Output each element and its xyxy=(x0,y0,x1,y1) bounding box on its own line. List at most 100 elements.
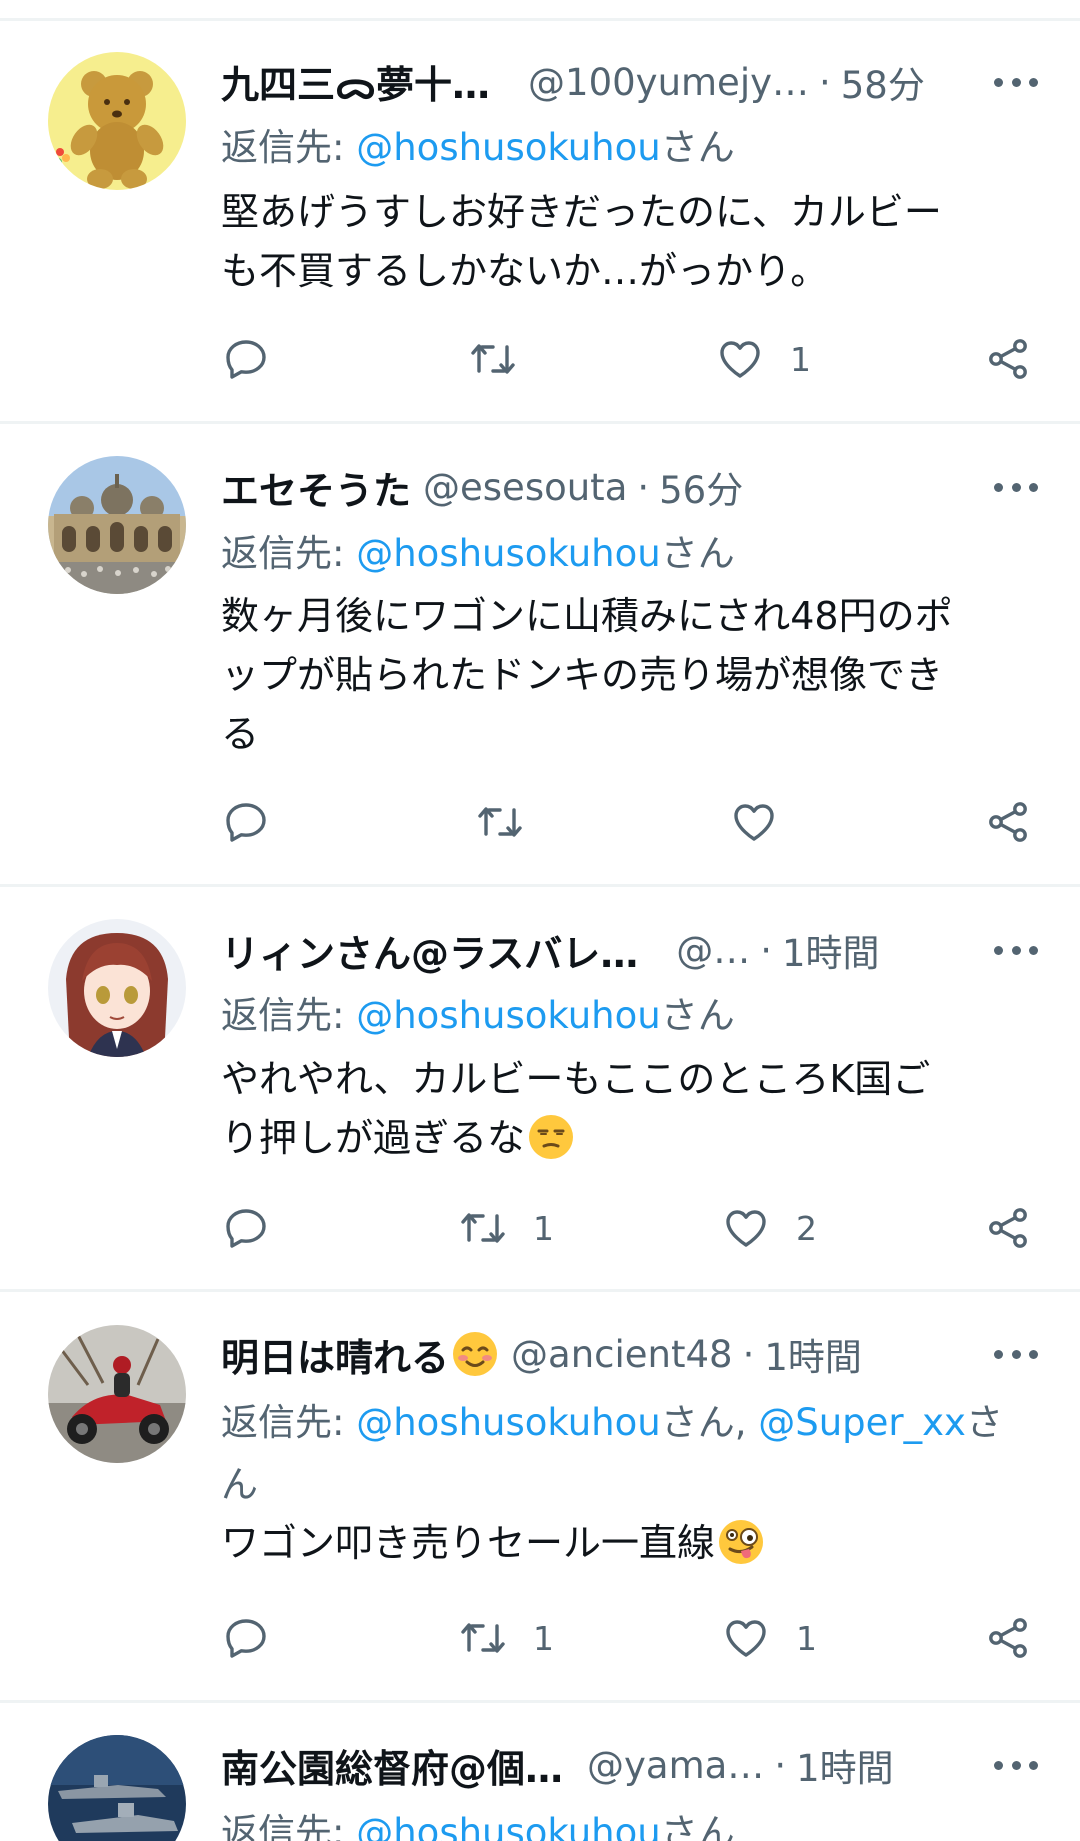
user-handle[interactable]: @esesouta xyxy=(423,466,627,509)
tweet-text-line: やれやれ、カルビーもここのところK国ご xyxy=(221,1057,931,1101)
share-button[interactable] xyxy=(984,1204,1032,1252)
like-icon xyxy=(722,1614,770,1662)
more-icon[interactable] xyxy=(994,1324,1038,1384)
like-icon xyxy=(716,335,764,383)
user-handle[interactable]: @… xyxy=(676,929,750,972)
tweet-3[interactable]: リィンさん@ラスバレ… @… · 1時間 返信先: @hoshusokuhouさ… xyxy=(0,887,1080,1292)
reply-button[interactable] xyxy=(222,1204,270,1252)
share-button[interactable] xyxy=(984,798,1032,846)
tweet-text-line-1: ワゴン叩き売りセール一直線 xyxy=(221,1521,716,1565)
like-button[interactable]: 1 xyxy=(716,335,811,383)
reply-icon xyxy=(222,335,270,383)
reply-prefix: 返信先: xyxy=(221,1811,357,1841)
reply-context: 返信先: @hoshusokuhouさん xyxy=(221,1802,1041,1841)
tweet-text-line: り押しが過ぎるな xyxy=(221,1109,1041,1168)
avatar-teddy-bear[interactable] xyxy=(48,52,186,190)
share-icon xyxy=(984,1614,1032,1662)
retweet-button[interactable] xyxy=(469,335,543,383)
separator-dot: · xyxy=(637,465,650,509)
retweet-button[interactable] xyxy=(476,798,550,846)
share-button[interactable] xyxy=(984,335,1032,383)
avatar-warships[interactable] xyxy=(48,1735,186,1841)
more-icon[interactable] xyxy=(994,920,1038,980)
retweet-button[interactable]: 1 xyxy=(459,1204,554,1252)
reply-button[interactable] xyxy=(222,335,270,383)
reply-button[interactable] xyxy=(222,1614,270,1662)
like-count: 1 xyxy=(796,1618,817,1658)
reply-icon xyxy=(222,1204,270,1252)
retweet-button[interactable]: 1 xyxy=(459,1614,554,1662)
honorific-continued: ん xyxy=(221,1463,258,1506)
avatar-motorcycle[interactable] xyxy=(48,1325,186,1463)
mention-link[interactable]: @hoshusokuhou xyxy=(356,532,660,575)
like-count: 1 xyxy=(790,339,811,379)
timestamp[interactable]: 1時間 xyxy=(796,1738,894,1792)
avatar-cathedral[interactable] xyxy=(48,456,186,594)
display-name[interactable]: エセそうた xyxy=(221,460,411,515)
retweet-icon xyxy=(459,1204,507,1252)
avatar-anime-girl[interactable] xyxy=(48,919,186,1057)
user-handle[interactable]: @yama… xyxy=(587,1744,764,1787)
separator-dot: · xyxy=(819,60,831,104)
honorific: さん xyxy=(660,994,735,1037)
reply-prefix: 返信先: xyxy=(221,1401,357,1444)
reply-prefix: 返信先: xyxy=(221,532,357,575)
retweet-icon xyxy=(476,798,524,846)
like-button[interactable] xyxy=(730,798,804,846)
display-name[interactable]: 明日は晴れる xyxy=(221,1327,449,1382)
tweet-text: 堅あげうすしお好きだったのに、カルビー も不買するしかないか…がっかり。 xyxy=(221,183,1041,301)
honorific: さ xyxy=(965,1401,1003,1444)
mention-link-2[interactable]: @Super_xx xyxy=(758,1401,966,1444)
separator-dot: · xyxy=(760,928,773,972)
reply-button[interactable] xyxy=(222,798,270,846)
like-icon xyxy=(722,1204,770,1252)
more-icon[interactable] xyxy=(994,457,1038,517)
like-button[interactable]: 1 xyxy=(722,1614,817,1662)
tweet-2[interactable]: エセそうた @esesouta · 56分 返信先: @hoshusokuhou… xyxy=(0,424,1080,887)
retweet-count: 1 xyxy=(533,1618,554,1658)
user-handle[interactable]: @100yumejy… xyxy=(528,61,809,104)
timestamp[interactable]: 1時間 xyxy=(782,923,880,977)
tweet-header: 南公園総督府@個… @yama… · 1時間 xyxy=(221,1735,1040,1795)
tweet-header: 明日は晴れる @ancient48 · 1時間 xyxy=(221,1324,1040,1384)
mention-link[interactable]: @hoshusokuhou xyxy=(356,1401,660,1444)
reply-prefix: 返信先: xyxy=(221,994,357,1037)
mention-link[interactable]: @hoshusokuhou xyxy=(356,1811,660,1841)
tweet-text-line: も不買するしかないか…がっかり。 xyxy=(221,249,829,293)
honorific: さん xyxy=(660,532,735,575)
tweet-1[interactable]: 九四三ᯅ夢十… @100yumejy… · 58分 返信先: @hoshusok… xyxy=(0,18,1080,424)
tweet-text-line: 堅あげうすしお好きだったのに、カルビー xyxy=(221,190,942,234)
tweet-text-line: 数ヶ月後にワゴンに山積みにされ48円のポ xyxy=(221,594,953,638)
like-button[interactable]: 2 xyxy=(722,1204,817,1252)
tweet-text-line: る xyxy=(221,712,260,756)
retweet-icon xyxy=(459,1614,507,1662)
tweet-5[interactable]: 南公園総督府@個… @yama… · 1時間 返信先: @hoshusokuho… xyxy=(0,1703,1080,1841)
reply-context: 返信先: @hoshusokuhouさん xyxy=(221,985,1041,1047)
retweet-icon xyxy=(469,335,517,383)
share-button[interactable] xyxy=(984,1614,1032,1662)
display-name[interactable]: 南公園総督府@個… xyxy=(221,1738,563,1793)
timestamp[interactable]: 56分 xyxy=(659,460,743,514)
more-icon[interactable] xyxy=(994,1735,1038,1795)
honorific: さん xyxy=(660,126,735,169)
unamused-face-icon xyxy=(529,1115,574,1159)
separator-dot: · xyxy=(774,1743,787,1787)
separator-dot: · xyxy=(742,1332,755,1376)
display-name[interactable]: 九四三ᯅ夢十… xyxy=(221,54,490,110)
mention-link[interactable]: @hoshusokuhou xyxy=(356,126,660,169)
tweet-text-line: ワゴン叩き売りセール一直線 xyxy=(221,1514,1041,1573)
user-handle[interactable]: @ancient48 xyxy=(511,1333,733,1376)
tweet-text: ワゴン叩き売りセール一直線 xyxy=(221,1514,1041,1573)
reply-context: 返信先: @hoshusokuhouさん xyxy=(221,523,1041,585)
display-name[interactable]: リィンさん@ラスバレ… xyxy=(221,923,638,978)
honorific: さん xyxy=(660,1811,735,1841)
timestamp[interactable]: 1時間 xyxy=(764,1327,862,1381)
tweet-4[interactable]: 明日は晴れる @ancient48 · 1時間 返信先: @hoshusokuh… xyxy=(0,1292,1080,1703)
share-icon xyxy=(984,798,1032,846)
mention-link[interactable]: @hoshusokuhou xyxy=(356,994,660,1037)
reply-context: 返信先: @hoshusokuhouさん xyxy=(221,117,1041,179)
timestamp[interactable]: 58分 xyxy=(841,55,925,109)
share-icon xyxy=(984,335,1032,383)
reply-icon xyxy=(222,1614,270,1662)
more-icon[interactable] xyxy=(994,52,1038,112)
